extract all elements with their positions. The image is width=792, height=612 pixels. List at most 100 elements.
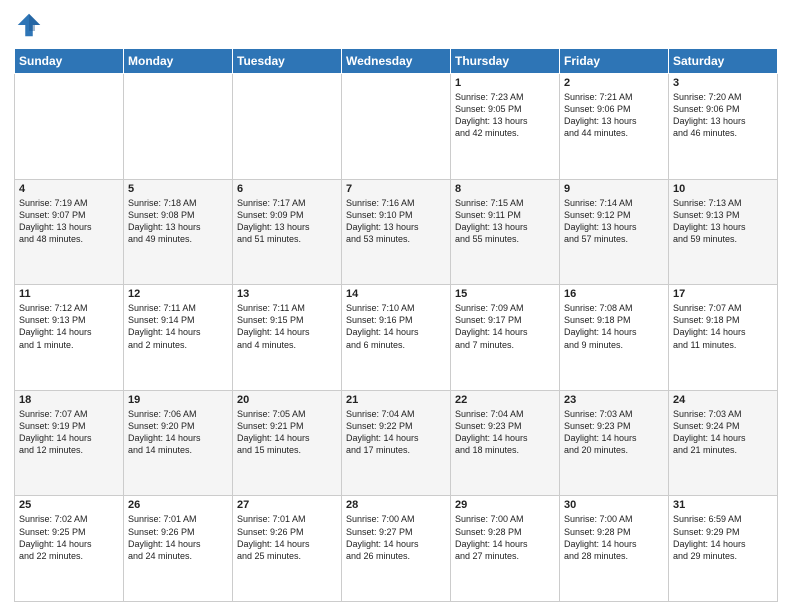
day-number: 30 <box>564 499 664 511</box>
table-row <box>342 74 451 180</box>
table-row: 1Sunrise: 7:23 AM Sunset: 9:05 PM Daylig… <box>451 74 560 180</box>
table-row: 11 Sunrise: 7:12 AM Sunset: 9:13 PM Dayli… <box>15 285 124 391</box>
day-info: Sunrise: 7:07 AM Sunset: 9:18 PM Dayligh… <box>673 302 773 351</box>
day-info: Sunrise: 7:21 AM Sunset: 9:06 PM Dayligh… <box>564 91 664 140</box>
day-info: Sunrise: 7:11 AM Sunset: 9:15 PM Dayligh… <box>237 302 337 351</box>
table-row: 17 Sunrise: 7:07 AM Sunset: 9:18 PM Dayli… <box>669 285 778 391</box>
header-wednesday: Wednesday <box>342 49 451 74</box>
table-row: 9 Sunrise: 7:14 AM Sunset: 9:12 PM Daylig… <box>560 179 669 285</box>
week-row-1: 1Sunrise: 7:23 AM Sunset: 9:05 PM Daylig… <box>15 74 778 180</box>
table-row: 2 Sunrise: 7:21 AM Sunset: 9:06 PM Daylig… <box>560 74 669 180</box>
day-info: Sunrise: 7:04 AM Sunset: 9:22 PM Dayligh… <box>346 408 446 457</box>
day-info: Sunrise: 7:06 AM Sunset: 9:20 PM Dayligh… <box>128 408 228 457</box>
day-info: Sunrise: 7:03 AM Sunset: 9:23 PM Dayligh… <box>564 408 664 457</box>
calendar-table: SundayMondayTuesdayWednesdayThursdayFrid… <box>14 48 778 602</box>
table-row: 18Sunrise: 7:07 AM Sunset: 9:19 PM Dayli… <box>15 390 124 496</box>
day-number: 5 <box>128 183 228 195</box>
table-row: 25 Sunrise: 7:02 AM Sunset: 9:25 PM Dayli… <box>15 496 124 602</box>
day-number: 18 <box>19 394 119 406</box>
header <box>14 10 778 40</box>
day-info: Sunrise: 7:00 AM Sunset: 9:27 PM Dayligh… <box>346 513 446 562</box>
logo <box>14 10 48 40</box>
header-tuesday: Tuesday <box>233 49 342 74</box>
day-number: 19 <box>128 394 228 406</box>
day-number: 20 <box>237 394 337 406</box>
day-info: Sunrise: 7:12 AM Sunset: 9:13 PM Dayligh… <box>19 302 119 351</box>
table-row: 16 Sunrise: 7:08 AM Sunset: 9:18 PM Dayli… <box>560 285 669 391</box>
days-header-row: SundayMondayTuesdayWednesdayThursdayFrid… <box>15 49 778 74</box>
table-row: 15 Sunrise: 7:09 AM Sunset: 9:17 PM Dayli… <box>451 285 560 391</box>
header-sunday: Sunday <box>15 49 124 74</box>
table-row: 5 Sunrise: 7:18 AM Sunset: 9:08 PM Daylig… <box>124 179 233 285</box>
day-info: Sunrise: 7:00 AM Sunset: 9:28 PM Dayligh… <box>455 513 555 562</box>
table-row: 14Sunrise: 7:10 AM Sunset: 9:16 PM Dayli… <box>342 285 451 391</box>
table-row: 6 Sunrise: 7:17 AM Sunset: 9:09 PM Daylig… <box>233 179 342 285</box>
header-monday: Monday <box>124 49 233 74</box>
day-info: Sunrise: 7:08 AM Sunset: 9:18 PM Dayligh… <box>564 302 664 351</box>
day-number: 22 <box>455 394 555 406</box>
day-info: Sunrise: 7:15 AM Sunset: 9:11 PM Dayligh… <box>455 197 555 246</box>
day-info: Sunrise: 7:18 AM Sunset: 9:08 PM Dayligh… <box>128 197 228 246</box>
day-number: 27 <box>237 499 337 511</box>
day-info: Sunrise: 7:19 AM Sunset: 9:07 PM Dayligh… <box>19 197 119 246</box>
week-row-3: 11 Sunrise: 7:12 AM Sunset: 9:13 PM Dayli… <box>15 285 778 391</box>
calendar-header: SundayMondayTuesdayWednesdayThursdayFrid… <box>15 49 778 74</box>
day-number: 26 <box>128 499 228 511</box>
day-info: Sunrise: 7:20 AM Sunset: 9:06 PM Dayligh… <box>673 91 773 140</box>
day-number: 12 <box>128 288 228 300</box>
day-number: 9 <box>564 183 664 195</box>
day-number: 29 <box>455 499 555 511</box>
day-number: 4 <box>19 183 119 195</box>
table-row: 19 Sunrise: 7:06 AM Sunset: 9:20 PM Dayli… <box>124 390 233 496</box>
day-number: 2 <box>564 77 664 89</box>
table-row: 29 Sunrise: 7:00 AM Sunset: 9:28 PM Dayli… <box>451 496 560 602</box>
table-row: 31 Sunrise: 6:59 AM Sunset: 9:29 PM Dayli… <box>669 496 778 602</box>
day-info: Sunrise: 7:17 AM Sunset: 9:09 PM Dayligh… <box>237 197 337 246</box>
table-row: 24 Sunrise: 7:03 AM Sunset: 9:24 PM Dayli… <box>669 390 778 496</box>
day-number: 31 <box>673 499 773 511</box>
day-number: 14 <box>346 288 446 300</box>
day-number: 11 <box>19 288 119 300</box>
header-saturday: Saturday <box>669 49 778 74</box>
table-row: 12 Sunrise: 7:11 AM Sunset: 9:14 PM Dayli… <box>124 285 233 391</box>
table-row: 7Sunrise: 7:16 AM Sunset: 9:10 PM Daylig… <box>342 179 451 285</box>
day-info: Sunrise: 7:04 AM Sunset: 9:23 PM Dayligh… <box>455 408 555 457</box>
day-number: 21 <box>346 394 446 406</box>
table-row <box>233 74 342 180</box>
table-row: 20 Sunrise: 7:05 AM Sunset: 9:21 PM Dayli… <box>233 390 342 496</box>
table-row: 8 Sunrise: 7:15 AM Sunset: 9:11 PM Daylig… <box>451 179 560 285</box>
table-row: 30 Sunrise: 7:00 AM Sunset: 9:28 PM Dayli… <box>560 496 669 602</box>
page: SundayMondayTuesdayWednesdayThursdayFrid… <box>0 0 792 612</box>
day-info: Sunrise: 7:11 AM Sunset: 9:14 PM Dayligh… <box>128 302 228 351</box>
day-number: 13 <box>237 288 337 300</box>
day-number: 23 <box>564 394 664 406</box>
day-number: 16 <box>564 288 664 300</box>
table-row <box>124 74 233 180</box>
day-number: 28 <box>346 499 446 511</box>
calendar-body: 1Sunrise: 7:23 AM Sunset: 9:05 PM Daylig… <box>15 74 778 602</box>
day-number: 7 <box>346 183 446 195</box>
day-info: Sunrise: 7:14 AM Sunset: 9:12 PM Dayligh… <box>564 197 664 246</box>
week-row-5: 25 Sunrise: 7:02 AM Sunset: 9:25 PM Dayli… <box>15 496 778 602</box>
table-row: 27Sunrise: 7:01 AM Sunset: 9:26 PM Dayli… <box>233 496 342 602</box>
day-info: Sunrise: 7:23 AM Sunset: 9:05 PM Dayligh… <box>455 91 555 140</box>
day-number: 17 <box>673 288 773 300</box>
day-number: 3 <box>673 77 773 89</box>
table-row: 3 Sunrise: 7:20 AM Sunset: 9:06 PM Daylig… <box>669 74 778 180</box>
day-number: 8 <box>455 183 555 195</box>
week-row-2: 4 Sunrise: 7:19 AM Sunset: 9:07 PM Daylig… <box>15 179 778 285</box>
day-info: Sunrise: 7:01 AM Sunset: 9:26 PM Dayligh… <box>128 513 228 562</box>
day-info: Sunrise: 7:05 AM Sunset: 9:21 PM Dayligh… <box>237 408 337 457</box>
day-number: 6 <box>237 183 337 195</box>
day-info: Sunrise: 7:03 AM Sunset: 9:24 PM Dayligh… <box>673 408 773 457</box>
day-info: Sunrise: 7:09 AM Sunset: 9:17 PM Dayligh… <box>455 302 555 351</box>
day-number: 15 <box>455 288 555 300</box>
table-row: 26 Sunrise: 7:01 AM Sunset: 9:26 PM Dayli… <box>124 496 233 602</box>
header-thursday: Thursday <box>451 49 560 74</box>
day-info: Sunrise: 6:59 AM Sunset: 9:29 PM Dayligh… <box>673 513 773 562</box>
day-info: Sunrise: 7:00 AM Sunset: 9:28 PM Dayligh… <box>564 513 664 562</box>
day-info: Sunrise: 7:02 AM Sunset: 9:25 PM Dayligh… <box>19 513 119 562</box>
day-number: 25 <box>19 499 119 511</box>
day-number: 24 <box>673 394 773 406</box>
header-friday: Friday <box>560 49 669 74</box>
